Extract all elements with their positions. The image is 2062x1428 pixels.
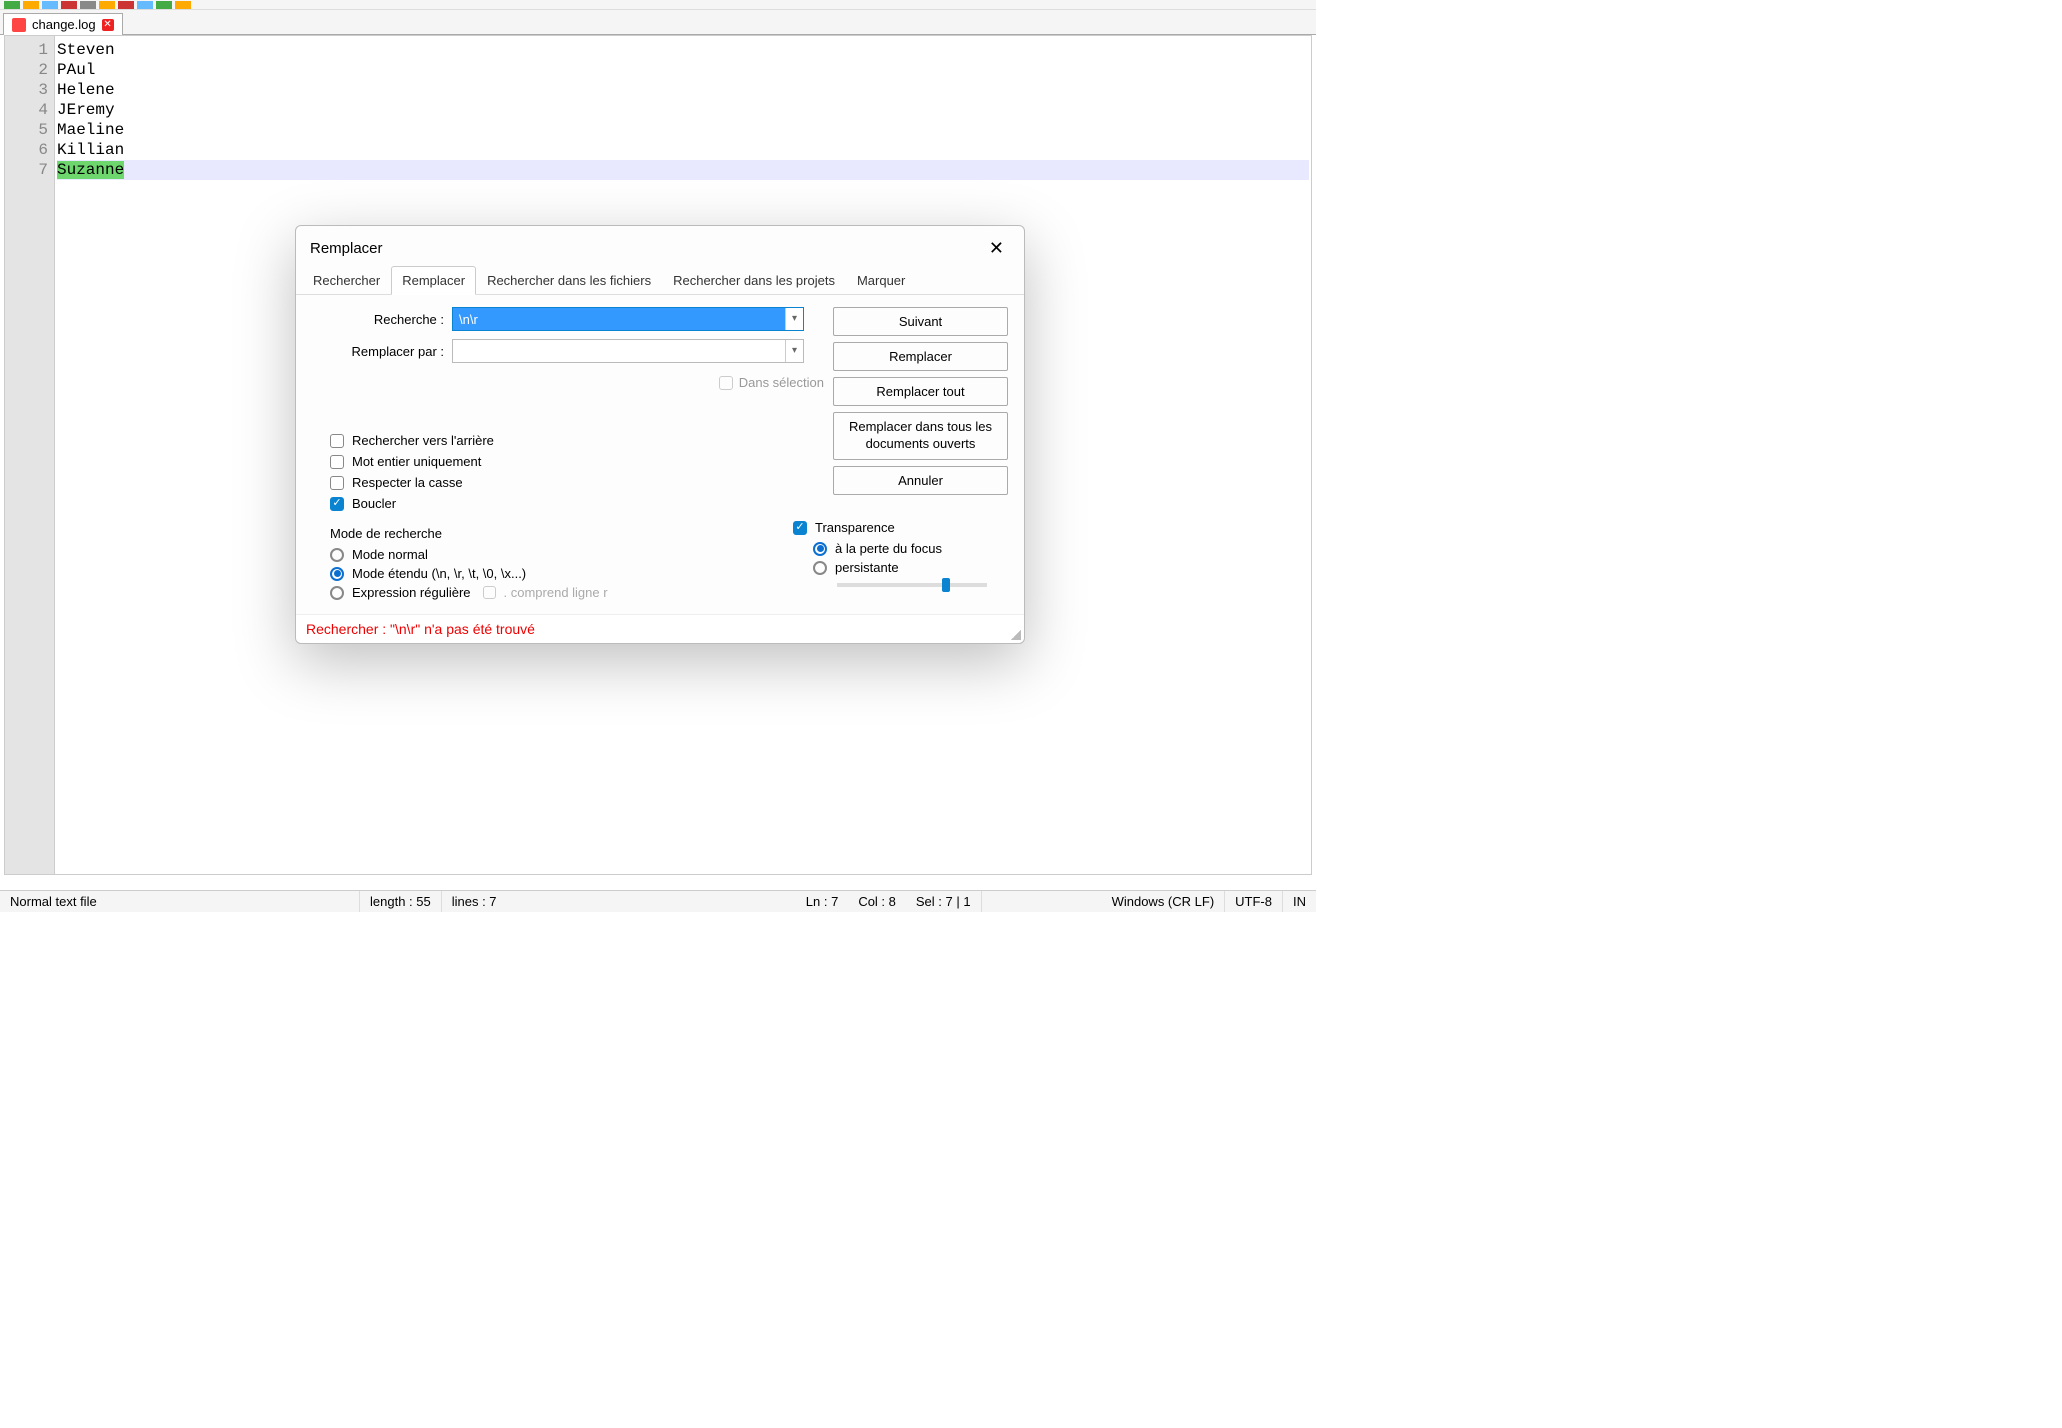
- editor-line: Maeline: [57, 120, 1309, 140]
- editor-line: Helene: [57, 80, 1309, 100]
- tab-replace[interactable]: Remplacer: [391, 266, 476, 295]
- status-bar: Normal text file length : 55 lines : 7 L…: [0, 890, 1316, 912]
- resize-grip-icon[interactable]: [1011, 630, 1021, 640]
- search-mode-title: Mode de recherche: [330, 526, 632, 541]
- dot-matches-newline-checkbox: [483, 586, 496, 599]
- status-lines: lines : 7: [442, 891, 507, 912]
- mode-regex[interactable]: Expression régulière. comprend ligne r: [330, 585, 632, 600]
- search-label: Recherche :: [312, 312, 452, 327]
- status-encoding[interactable]: UTF-8: [1225, 891, 1283, 912]
- tab-filename: change.log: [32, 17, 96, 32]
- chevron-down-icon[interactable]: ▾: [785, 308, 803, 330]
- status-col: Col : 8: [848, 891, 906, 912]
- close-tab-icon[interactable]: ✕: [102, 19, 114, 31]
- search-combobox[interactable]: ▾: [452, 307, 804, 331]
- status-eol[interactable]: Windows (CR LF): [1102, 891, 1226, 912]
- transparency-slider[interactable]: [837, 583, 987, 587]
- status-insert-mode[interactable]: IN: [1283, 891, 1316, 912]
- dialog-status: Rechercher : "\n\r" n'a pas été trouvé: [296, 614, 1024, 643]
- toolbar: [0, 0, 1316, 10]
- replace-dialog: Remplacer ✕ Rechercher Remplacer Recherc…: [295, 225, 1025, 644]
- search-input[interactable]: [453, 308, 785, 330]
- cancel-button[interactable]: Annuler: [833, 466, 1008, 495]
- option-wrap[interactable]: Boucler: [330, 496, 1008, 511]
- document-tab[interactable]: change.log ✕: [3, 13, 123, 35]
- tab-find-in-projects[interactable]: Rechercher dans les projets: [662, 266, 846, 295]
- replace-all-docs-button[interactable]: Remplacer dans tous les documents ouvert…: [833, 412, 1008, 460]
- status-sel: Sel : 7 | 1: [906, 891, 982, 912]
- dialog-title: Remplacer: [310, 240, 383, 257]
- mode-extended[interactable]: Mode étendu (\n, \r, \t, \0, \x...): [330, 566, 632, 581]
- editor-line: Killian: [57, 140, 1309, 160]
- transparency-toggle[interactable]: Transparence: [793, 520, 1008, 535]
- editor-line: Steven: [57, 40, 1309, 60]
- mode-normal[interactable]: Mode normal: [330, 547, 632, 562]
- tab-find-in-files[interactable]: Rechercher dans les fichiers: [476, 266, 662, 295]
- document-tab-bar: change.log ✕: [0, 10, 1316, 35]
- status-filetype: Normal text file: [0, 891, 360, 912]
- editor-line: PAul: [57, 60, 1309, 80]
- find-next-button[interactable]: Suivant: [833, 307, 1008, 336]
- close-icon[interactable]: ✕: [983, 236, 1010, 261]
- replace-input[interactable]: [453, 340, 785, 362]
- chevron-down-icon[interactable]: ▾: [785, 340, 803, 362]
- replace-button[interactable]: Remplacer: [833, 342, 1008, 371]
- transparency-persistent[interactable]: persistante: [813, 560, 1008, 575]
- tab-search[interactable]: Rechercher: [302, 266, 391, 295]
- dialog-tabs: Rechercher Remplacer Rechercher dans les…: [296, 265, 1024, 295]
- status-ln: Ln : 7: [796, 891, 849, 912]
- tab-mark[interactable]: Marquer: [846, 266, 916, 295]
- replace-combobox[interactable]: ▾: [452, 339, 804, 363]
- in-selection-checkbox: [719, 376, 733, 390]
- editor-line-current: Suzanne: [57, 160, 1309, 180]
- status-length: length : 55: [360, 891, 442, 912]
- transparency-on-blur[interactable]: à la perte du focus: [813, 541, 1008, 556]
- in-selection-option: Dans sélection: [719, 375, 824, 390]
- replace-label: Remplacer par :: [312, 344, 452, 359]
- line-number-gutter: 1 2 3 4 5 6 7: [5, 36, 55, 874]
- file-icon: [12, 18, 26, 32]
- replace-all-button[interactable]: Remplacer tout: [833, 377, 1008, 406]
- editor-line: JEremy: [57, 100, 1309, 120]
